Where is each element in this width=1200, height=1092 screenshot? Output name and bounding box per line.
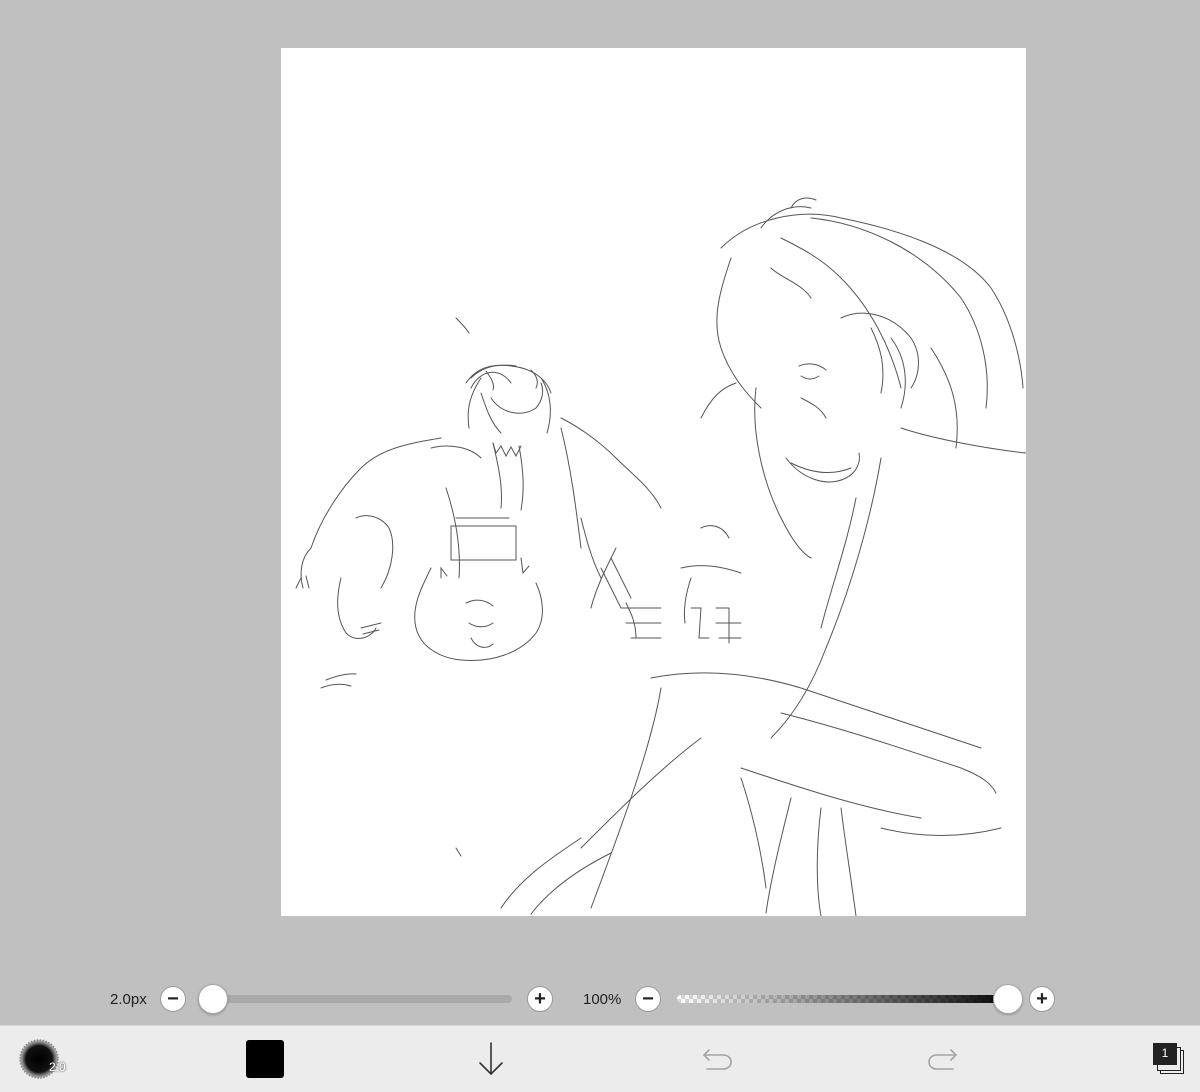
undo-button[interactable]	[692, 1026, 742, 1092]
brush-tool-button[interactable]: 2.0	[14, 1026, 66, 1092]
opacity-thumb[interactable]	[993, 984, 1023, 1014]
redo-button[interactable]	[918, 1026, 968, 1092]
download-button[interactable]	[466, 1026, 516, 1092]
brush-size-decrease-button[interactable]: −	[160, 986, 186, 1012]
layer-count: 1	[1161, 1046, 1169, 1060]
opacity-increase-button[interactable]: +	[1029, 986, 1055, 1012]
drawing-canvas[interactable]	[281, 48, 1026, 916]
opacity-track[interactable]	[677, 995, 1017, 1003]
brush-size-thumb[interactable]	[198, 984, 228, 1014]
color-button[interactable]	[240, 1026, 290, 1092]
brush-tip-icon	[19, 1039, 59, 1079]
bottom-toolbar: 2.0 1	[0, 1025, 1200, 1092]
sketch-artwork	[295, 197, 1026, 916]
brush-size-slider-row: 2.0px − + 100% − +	[0, 983, 1200, 1015]
brush-size-track[interactable]	[198, 995, 512, 1003]
arrow-down-icon	[479, 1042, 503, 1076]
color-swatch	[246, 1040, 284, 1078]
undo-icon	[703, 1049, 732, 1070]
brush-size-badge: 2.0	[49, 1060, 66, 1074]
layers-icon: 1	[1152, 1042, 1186, 1076]
opacity-label: 100%	[583, 991, 622, 1008]
brush-size-increase-button[interactable]: +	[527, 986, 553, 1012]
layers-button[interactable]: 1	[1144, 1026, 1194, 1092]
opacity-decrease-button[interactable]: −	[635, 986, 661, 1012]
redo-icon	[928, 1049, 957, 1070]
brush-size-label: 2.0px	[110, 991, 147, 1008]
